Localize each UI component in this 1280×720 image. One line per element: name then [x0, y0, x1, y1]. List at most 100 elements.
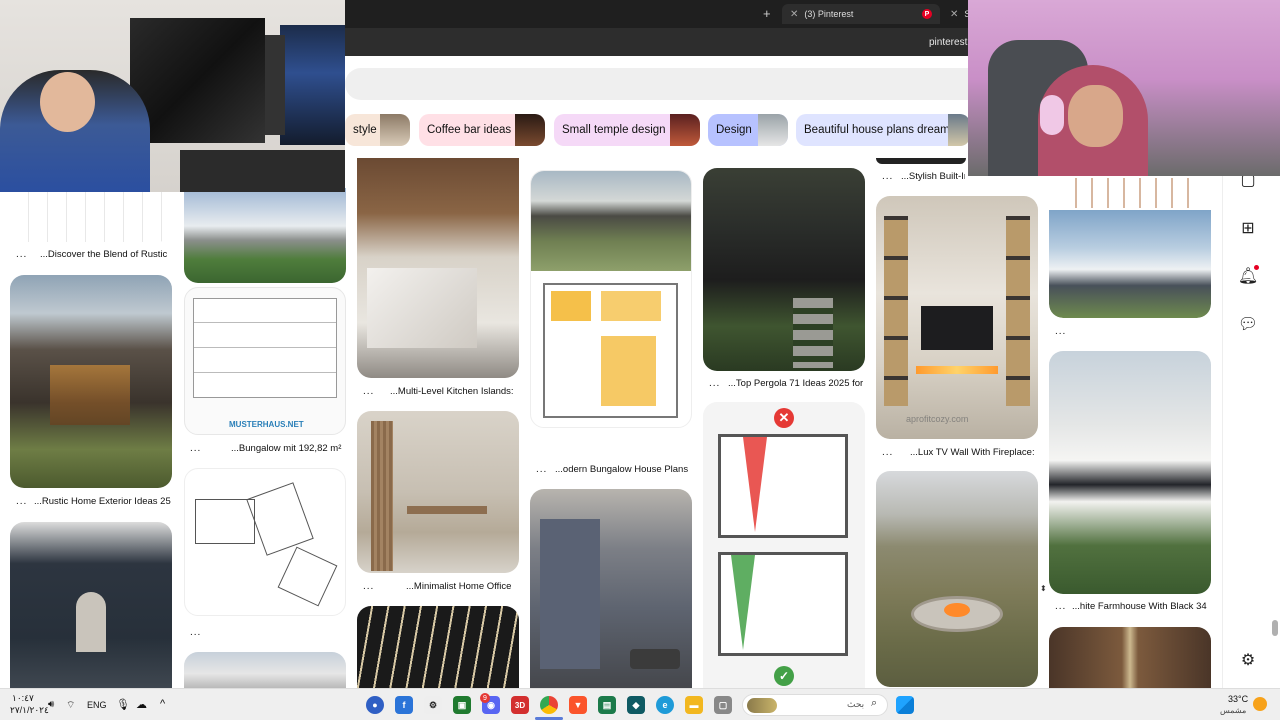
check-icon: ✓	[774, 666, 794, 686]
clock-date[interactable]: ٢٧/١/٢٠٢٤	[10, 705, 49, 716]
pin-rustic-exterior[interactable]	[10, 275, 172, 488]
new-tab-button[interactable]: +	[763, 6, 771, 21]
pin-caption: ...Discover the Blend of Rustic	[40, 249, 168, 260]
chip-coffee-bar[interactable]: Coffee bar ideas	[419, 114, 545, 146]
pin-bungalow-plan[interactable]: MUSTERHAUS.NET	[184, 287, 346, 435]
start-icon[interactable]	[896, 696, 914, 714]
pin-ceiling-lights[interactable]	[357, 606, 519, 688]
scroll-marker: ⬍	[1040, 584, 1047, 593]
close-tab-icon[interactable]: ✕	[950, 9, 958, 20]
chip-style[interactable]: style	[345, 114, 410, 146]
pin-wood-interior[interactable]	[1049, 627, 1211, 688]
pin-more-button[interactable]: ...	[190, 443, 201, 454]
monitor	[280, 25, 345, 145]
close-tab-icon[interactable]: ✕	[790, 9, 798, 20]
microphone-icon[interactable]: 🎙︎	[116, 698, 130, 711]
pin-fire-pit[interactable]	[876, 471, 1038, 687]
pin-more-button[interactable]: ...	[536, 464, 547, 475]
pin-more-button[interactable]: ...	[363, 386, 374, 397]
settings-icon[interactable]: ⚙	[1238, 650, 1258, 670]
language-indicator[interactable]: ENG	[87, 700, 107, 710]
sun-icon[interactable]	[1253, 697, 1267, 711]
create-icon[interactable]: ⊞	[1238, 218, 1258, 238]
messages-icon[interactable]: 💬︎	[1238, 314, 1258, 334]
temperature[interactable]: 33°C	[1228, 694, 1248, 704]
pin-caption: ...Rustic Home Exterior Ideas 25	[34, 496, 171, 507]
pin-dark-closet[interactable]	[10, 522, 172, 688]
pin-caption: ...Bungalow mit 192,82 m²	[231, 443, 342, 454]
window-icon[interactable]: ▢	[714, 696, 732, 714]
weather-condition[interactable]: مشمس	[1220, 706, 1246, 715]
pin-more-button[interactable]: ...	[16, 496, 27, 507]
scrollbar-thumb[interactable]	[1272, 620, 1278, 636]
chip-small-temple[interactable]: Small temple design	[554, 114, 700, 146]
search-highlight-icon	[747, 698, 777, 713]
chrome-icon[interactable]	[540, 696, 558, 714]
chip-thumbnail	[758, 114, 788, 146]
monitor-side	[265, 35, 285, 135]
explorer-icon[interactable]: ▬	[685, 696, 703, 714]
pin-white-house-plan[interactable]	[1049, 176, 1211, 318]
search-input[interactable]	[345, 68, 970, 100]
pin-more-button[interactable]: ...	[709, 378, 720, 389]
pin-shelf-top[interactable]	[876, 158, 966, 164]
pin-wardrobe[interactable]	[530, 489, 692, 688]
pin-more-button[interactable]: ...	[363, 581, 374, 592]
pin-door-swing-diagram[interactable]: ✕ ✓	[703, 402, 865, 688]
acoustic-panel	[130, 18, 265, 143]
pin-more-button[interactable]: ...	[16, 249, 27, 260]
chip-thumbnail	[380, 114, 410, 146]
tab-pinterest[interactable]: ✕ (3) Pinterest P	[782, 4, 940, 24]
pin-white-farmhouse[interactable]	[1049, 351, 1211, 594]
pin-kitchen-island[interactable]	[357, 158, 519, 378]
pin-more-button[interactable]: ...	[1055, 601, 1066, 612]
files-icon[interactable]: f	[395, 696, 413, 714]
webcam-left	[0, 0, 345, 192]
pin-angled-plan[interactable]	[184, 468, 346, 616]
wifi-icon[interactable]: ⌔	[66, 699, 75, 712]
steam-icon[interactable]: ⚙	[424, 696, 442, 714]
chip-beautiful-house[interactable]: Beautiful house plans dream	[796, 114, 970, 146]
idea-chips: style Coffee bar ideas Small temple desi…	[345, 114, 970, 146]
clock-time[interactable]: ١٠:٤٧	[12, 693, 34, 704]
pin-more-button[interactable]: ...	[882, 447, 893, 458]
3d-icon[interactable]: 3D	[511, 696, 529, 714]
pin-more-button[interactable]: ...	[190, 627, 201, 638]
edge-icon[interactable]: e	[656, 696, 674, 714]
gamepass-icon[interactable]: ▣	[453, 696, 471, 714]
pin-caption: ...odern Bungalow House Plans	[555, 464, 689, 475]
pin-pergola[interactable]	[703, 168, 865, 371]
pin-home-office[interactable]	[357, 411, 519, 573]
pin-more-button[interactable]: ...	[1055, 326, 1066, 337]
person-face	[1068, 85, 1123, 147]
webcam-right	[968, 0, 1280, 176]
notification-dot	[1254, 265, 1259, 270]
chevron-up-icon[interactable]: ^	[160, 698, 165, 710]
pin-house-partial[interactable]	[184, 652, 346, 688]
url-text: pinterest.	[929, 37, 971, 48]
phone-link-icon[interactable]: ▤	[598, 696, 616, 714]
chip-thumbnail	[948, 114, 970, 146]
brave-icon[interactable]: ▼	[569, 696, 587, 714]
pin-more-button[interactable]: ...	[882, 171, 893, 182]
chip-design[interactable]: Design	[708, 114, 788, 146]
pinterest-icon: P	[922, 9, 932, 19]
pin-floorplan[interactable]	[10, 188, 172, 242]
search-icon: ⌕	[871, 697, 878, 709]
chip-thumbnail	[670, 114, 700, 146]
pin-caption: ...Top Pergola 71 Ideas 2025 for	[728, 378, 864, 389]
screen: + ✕ (3) Pinterest P ✕ S pinterest. style…	[0, 0, 1280, 720]
pin-modern-bungalow[interactable]	[530, 170, 692, 428]
network-icon[interactable]: ☁︎	[136, 698, 147, 711]
app-icon[interactable]: ◆	[627, 696, 645, 714]
wrong-icon: ✕	[774, 408, 794, 428]
pin-tv-wall[interactable]: aprofitcozy.com	[876, 196, 1038, 439]
taskbar: ١٠:٤٧ ٢٧/١/٢٠٢٤ 🔊︎ ⌔ ENG 🎙︎ ☁︎ ^ ● f ⚙ ▣…	[0, 688, 1280, 720]
chip-label: style	[353, 124, 377, 136]
pin-bungalow-photo[interactable]	[184, 188, 346, 283]
pinterest-app-icon[interactable]: ●	[366, 696, 384, 714]
pin-caption: ...Minimalist Home Office	[406, 581, 512, 592]
chip-label: Small temple design	[562, 124, 666, 136]
speaker-icon[interactable]: 🔊︎	[48, 699, 54, 710]
taskbar-search-input[interactable]: بحث ⌕	[742, 694, 888, 716]
